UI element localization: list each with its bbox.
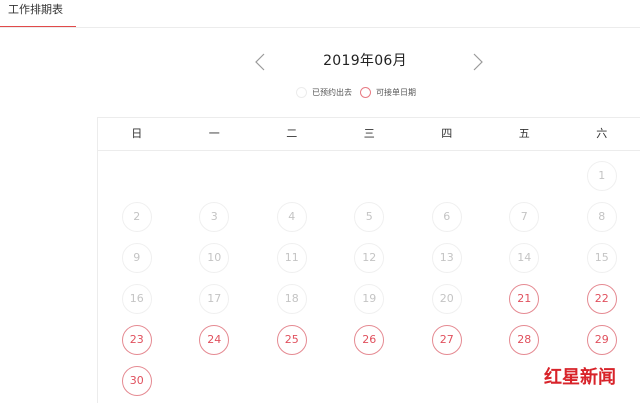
weekday-fri: 五 bbox=[518, 127, 530, 140]
calendar-day-22[interactable]: 22 bbox=[586, 284, 617, 314]
calendar-day-30[interactable]: 30 bbox=[121, 366, 152, 396]
calendar-day-15[interactable]: 15 bbox=[586, 243, 617, 273]
calendar-day-25[interactable]: 25 bbox=[276, 325, 307, 355]
weekday-sun: 日 bbox=[131, 127, 143, 140]
calendar-day-20[interactable]: 20 bbox=[431, 284, 462, 314]
available-dot-icon bbox=[360, 86, 371, 98]
tab-work-schedule[interactable]: 工作排期表 bbox=[0, 0, 76, 27]
calendar-day-14[interactable]: 14 bbox=[509, 243, 540, 273]
calendar-day-11[interactable]: 11 bbox=[276, 243, 307, 273]
legend-available-label: 可接单日期 bbox=[376, 87, 416, 97]
legend-booked: 已预约出去 bbox=[296, 86, 352, 98]
calendar-day-6[interactable]: 6 bbox=[431, 202, 462, 232]
calendar-day-16[interactable]: 16 bbox=[121, 284, 152, 314]
calendar-day-10[interactable]: 10 bbox=[199, 243, 230, 273]
next-month-button[interactable] bbox=[464, 48, 492, 76]
weekday-tue: 二 bbox=[286, 127, 298, 140]
calendar-grid: 日 一 二 三 四 五 六 1 2 3 4 5 6 7 8 9 10 11 12 13 14 15 16 17 1… bbox=[97, 117, 640, 403]
weekday-sat: 六 bbox=[596, 127, 608, 140]
calendar-day-2[interactable]: 2 bbox=[121, 202, 152, 232]
calendar-day-8[interactable]: 8 bbox=[586, 202, 617, 232]
calendar-day-26[interactable]: 26 bbox=[354, 325, 385, 355]
legend-booked-label: 已预约出去 bbox=[312, 87, 352, 97]
calendar-day-3[interactable]: 3 bbox=[199, 202, 230, 232]
calendar-day-1[interactable]: 1 bbox=[586, 161, 617, 191]
tab-divider bbox=[0, 27, 640, 28]
calendar-day-12[interactable]: 12 bbox=[354, 243, 385, 273]
weekday-wed: 三 bbox=[363, 127, 375, 140]
prev-month-button[interactable] bbox=[246, 48, 274, 76]
chevron-left-icon bbox=[255, 53, 265, 71]
weekday-thu: 四 bbox=[441, 127, 453, 140]
weekday-mon: 一 bbox=[208, 127, 220, 140]
month-navigator: 2019年06月 bbox=[240, 46, 490, 78]
month-title: 2019年06月 bbox=[323, 53, 407, 69]
watermark-logo: 红星新闻 bbox=[544, 363, 634, 389]
svg-text:红星新闻: 红星新闻 bbox=[544, 366, 616, 388]
chevron-right-icon bbox=[473, 53, 483, 71]
calendar-day-18[interactable]: 18 bbox=[276, 284, 307, 314]
calendar-day-17[interactable]: 17 bbox=[199, 284, 230, 314]
calendar-day-23[interactable]: 23 bbox=[121, 325, 152, 355]
hongxing-news-logo-icon: 红星新闻 bbox=[544, 366, 616, 388]
calendar-day-13[interactable]: 13 bbox=[431, 243, 462, 273]
calendar-day-29[interactable]: 29 bbox=[586, 325, 617, 355]
booked-dot-icon bbox=[296, 86, 307, 98]
legend-available: 可接单日期 bbox=[360, 86, 416, 98]
calendar-legend: 已预约出去 可接单日期 bbox=[296, 84, 424, 100]
calendar-day-27[interactable]: 27 bbox=[431, 325, 462, 355]
calendar-day-9[interactable]: 9 bbox=[121, 243, 152, 273]
calendar-day-5[interactable]: 5 bbox=[354, 202, 385, 232]
calendar-day-28[interactable]: 28 bbox=[509, 325, 540, 355]
weekday-header: 日 一 二 三 四 五 六 bbox=[98, 118, 640, 151]
tab-work-schedule-label: 工作排期表 bbox=[8, 3, 63, 16]
calendar-day-7[interactable]: 7 bbox=[509, 202, 540, 232]
calendar-day-24[interactable]: 24 bbox=[199, 325, 230, 355]
calendar-day-19[interactable]: 19 bbox=[354, 284, 385, 314]
calendar-day-21[interactable]: 21 bbox=[509, 284, 540, 314]
calendar-day-4[interactable]: 4 bbox=[276, 202, 307, 232]
